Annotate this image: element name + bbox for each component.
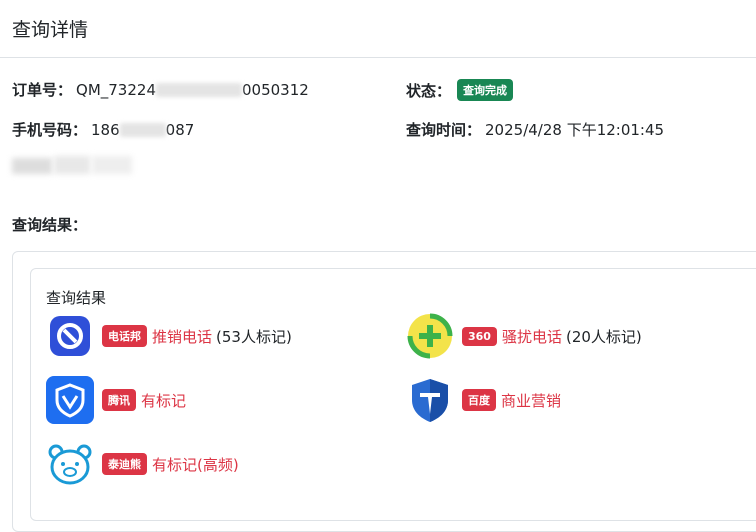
phone-number: 186 087	[91, 121, 194, 139]
page-header: 查询详情	[0, 0, 756, 58]
source-badge: 腾讯	[102, 389, 136, 411]
status-badge: 查询完成	[457, 79, 514, 101]
result-item: 腾讯 有标记	[46, 376, 186, 424]
result-item: 360 骚扰电话 (20人标记)	[406, 312, 642, 360]
mark-count: (20人标记)	[565, 327, 642, 346]
redacted-text	[12, 152, 132, 180]
redaction-block	[155, 83, 242, 97]
query-time-value: 2025/4/28 下午12:01:45	[485, 121, 665, 139]
source-badge: 360	[462, 326, 497, 346]
mark-tag: 有标记	[141, 391, 187, 410]
results-section-title: 查询结果：	[12, 216, 88, 234]
teddy-bear-logo-icon	[46, 440, 94, 488]
status-label: 状态：	[406, 81, 452, 100]
order-number-prefix: QM_73224	[76, 80, 156, 99]
result-item: 百度 商业营销	[406, 376, 561, 424]
baidu-shield-logo-icon	[406, 376, 454, 424]
order-row: 订单号： QM_73224 0050312	[12, 79, 309, 100]
mark-tag: 有标记(高频)	[152, 455, 239, 474]
query-time-label: 查询时间：	[406, 121, 482, 139]
order-label: 订单号：	[12, 81, 73, 99]
phone-number-suffix: 087	[165, 120, 195, 139]
query-time-row: 查询时间： 2025/4/28 下午12:01:45	[406, 119, 664, 140]
phone-label: 手机号码：	[12, 121, 88, 139]
tencent-shield-logo-icon	[46, 376, 94, 424]
source-badge: 百度	[462, 389, 496, 411]
mark-tag: 商业营销	[501, 391, 562, 410]
results-card-title: 查询结果	[46, 289, 107, 307]
source-badge: 电话邦	[102, 325, 147, 347]
source-badge: 泰迪熊	[102, 453, 147, 475]
page-title: 查询详情	[12, 19, 89, 41]
phone-row: 手机号码： 186 087	[12, 119, 194, 140]
result-item: 电话邦 推销电话 (53人标记)	[46, 312, 292, 360]
phone-number-prefix: 186	[91, 120, 120, 139]
360-logo-icon	[406, 312, 454, 360]
mark-tag: 推销电话	[152, 327, 213, 346]
redaction-block	[119, 123, 166, 137]
result-item: 泰迪熊 有标记(高频)	[46, 440, 239, 488]
status-row: 状态： 查询完成	[406, 79, 514, 101]
order-number-suffix: 0050312	[241, 80, 309, 99]
mark-tag: 骚扰电话	[501, 327, 562, 346]
order-number: QM_73224 0050312	[76, 81, 309, 99]
mark-count: (53人标记)	[216, 327, 292, 346]
dianhuabang-logo-icon	[46, 312, 94, 360]
